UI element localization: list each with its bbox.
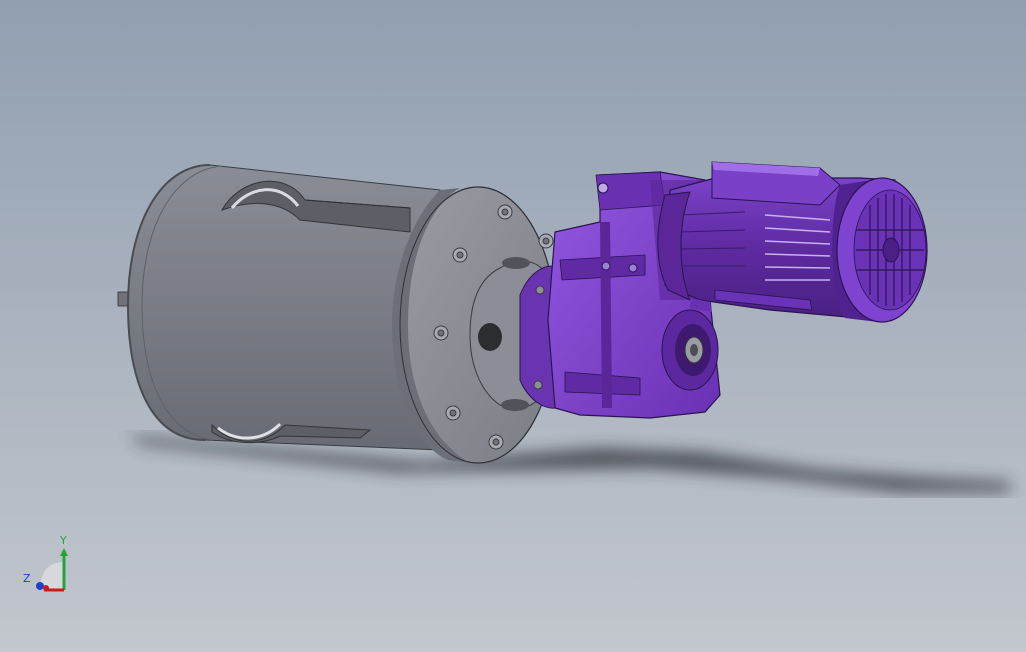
graphics-viewport[interactable]: Y Z bbox=[0, 0, 1026, 652]
winch-drum[interactable] bbox=[117, 164, 561, 464]
triad-z-label: Z bbox=[23, 572, 31, 585]
model-scene[interactable] bbox=[0, 0, 1026, 652]
electric-motor[interactable] bbox=[657, 161, 928, 323]
triad-y-label: Y bbox=[60, 534, 67, 547]
gearbox-output-bore bbox=[661, 309, 719, 391]
motor-fan-cover bbox=[832, 177, 928, 323]
